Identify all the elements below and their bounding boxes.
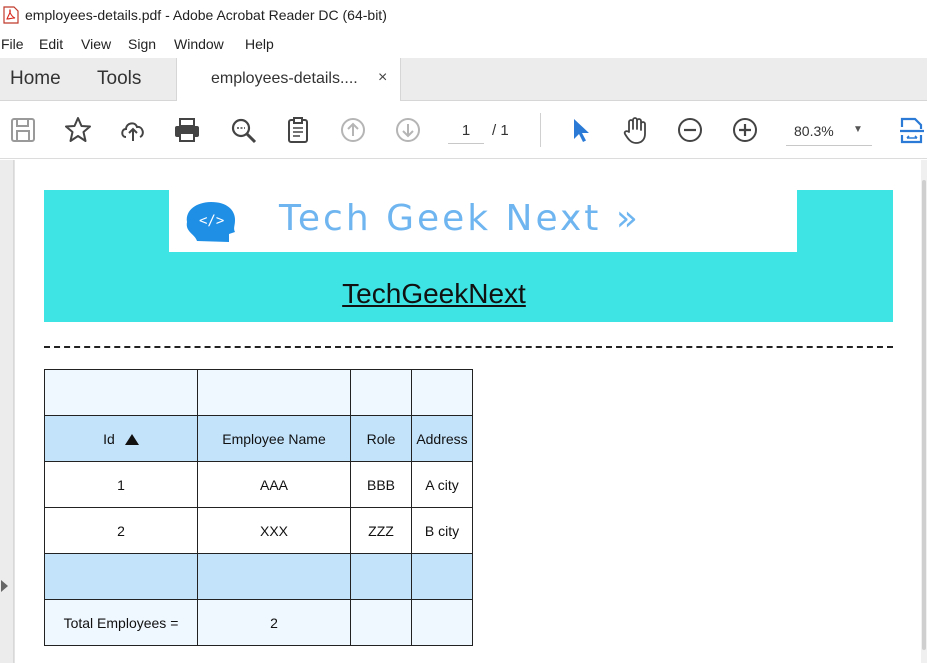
tab-bar: Home Tools employees-details.... ×	[0, 58, 927, 101]
zoom-level-value: 80.3%	[794, 123, 834, 139]
tab-document[interactable]: employees-details.... ×	[176, 58, 401, 101]
table-cell	[411, 553, 473, 600]
toolbar: 1 / 1 80.3% ▼	[0, 101, 927, 159]
menu-file[interactable]: File	[1, 36, 24, 52]
tab-document-label: employees-details....	[211, 70, 358, 87]
zoom-search-icon[interactable]	[228, 115, 258, 145]
next-page-icon[interactable]	[393, 115, 423, 145]
table-cell	[411, 599, 473, 646]
previous-page-icon[interactable]	[338, 115, 368, 145]
table-header-row: Id Employee Name Role Address	[44, 415, 473, 462]
cell-id: 2	[44, 507, 198, 554]
menu-view[interactable]: View	[81, 36, 111, 52]
dashed-divider	[44, 346, 893, 348]
menu-edit[interactable]: Edit	[39, 36, 63, 52]
document-viewer: </> Tech Geek Next » TechGeekNext Id Emp…	[0, 160, 927, 663]
table-row	[44, 369, 473, 416]
bookmark-star-icon[interactable]	[63, 115, 93, 145]
table-row: 2 XXX ZZZ B city	[44, 507, 473, 554]
select-cursor-icon[interactable]	[565, 115, 595, 145]
header-banner: </> Tech Geek Next » TechGeekNext	[44, 190, 893, 322]
header-address[interactable]: Address	[411, 415, 473, 462]
logo-text: Tech Geek Next »	[279, 198, 641, 239]
table-cell	[350, 599, 412, 646]
table-cell	[197, 553, 351, 600]
print-icon[interactable]	[172, 115, 202, 145]
header-id-label: Id	[103, 430, 115, 447]
cell-employee-name: AAA	[197, 461, 351, 508]
acrobat-app-icon	[3, 6, 19, 24]
page-title[interactable]: TechGeekNext	[44, 278, 824, 310]
menu-help[interactable]: Help	[245, 36, 274, 52]
upload-cloud-icon[interactable]	[118, 115, 148, 145]
header-id[interactable]: Id	[44, 415, 198, 462]
window-title: employees-details.pdf - Adobe Acrobat Re…	[25, 7, 387, 23]
expand-panel-icon[interactable]	[1, 580, 8, 592]
save-icon[interactable]	[8, 115, 38, 145]
cell-role: ZZZ	[350, 507, 412, 554]
table-cell	[197, 369, 351, 416]
clipboard-icon[interactable]	[283, 115, 313, 145]
footer-label: Total Employees =	[44, 599, 198, 646]
table-cell	[44, 553, 198, 600]
header-role[interactable]: Role	[350, 415, 412, 462]
hand-tool-icon[interactable]	[620, 115, 650, 145]
vertical-scrollbar[interactable]	[921, 160, 927, 663]
cell-id: 1	[44, 461, 198, 508]
head-logo-icon: </>	[186, 202, 235, 242]
table-cell	[44, 369, 198, 416]
logo: </> Tech Geek Next »	[169, 190, 797, 252]
cell-role: BBB	[350, 461, 412, 508]
fit-page-icon[interactable]	[897, 115, 927, 145]
left-panel-strip	[0, 160, 14, 663]
pdf-page: </> Tech Geek Next » TechGeekNext Id Emp…	[15, 160, 921, 663]
cell-employee-name: XXX	[197, 507, 351, 554]
zoom-out-icon[interactable]	[675, 115, 705, 145]
page-total: / 1	[492, 122, 509, 139]
chevron-down-icon: ▼	[853, 124, 863, 135]
tab-tools[interactable]: Tools	[97, 68, 141, 90]
table-cell	[350, 553, 412, 600]
table-cell	[350, 369, 412, 416]
table-cell	[411, 369, 473, 416]
close-tab-icon[interactable]: ×	[378, 69, 387, 87]
zoom-level-select[interactable]: 80.3% ▼	[786, 118, 872, 146]
title-bar: employees-details.pdf - Adobe Acrobat Re…	[0, 0, 927, 30]
scrollbar-thumb[interactable]	[922, 180, 926, 650]
zoom-in-icon[interactable]	[730, 115, 760, 145]
cell-address: B city	[411, 507, 473, 554]
menu-bar: File Edit View Sign Window Help	[0, 32, 927, 56]
menu-window[interactable]: Window	[174, 36, 224, 52]
page-number-input[interactable]: 1	[448, 118, 484, 144]
header-employee-name[interactable]: Employee Name	[197, 415, 351, 462]
sort-ascending-icon[interactable]	[124, 433, 139, 445]
logo-tag: </>	[199, 213, 224, 229]
footer-total-value: 2	[197, 599, 351, 646]
table-row: 1 AAA BBB A city	[44, 461, 473, 508]
tab-home[interactable]: Home	[10, 68, 61, 90]
table-row	[44, 553, 473, 600]
employees-table: Id Employee Name Role Address 1 AAA BBB …	[44, 369, 473, 646]
menu-sign[interactable]: Sign	[128, 36, 156, 52]
table-footer-row: Total Employees = 2	[44, 599, 473, 646]
toolbar-divider	[540, 113, 541, 147]
cell-address: A city	[411, 461, 473, 508]
